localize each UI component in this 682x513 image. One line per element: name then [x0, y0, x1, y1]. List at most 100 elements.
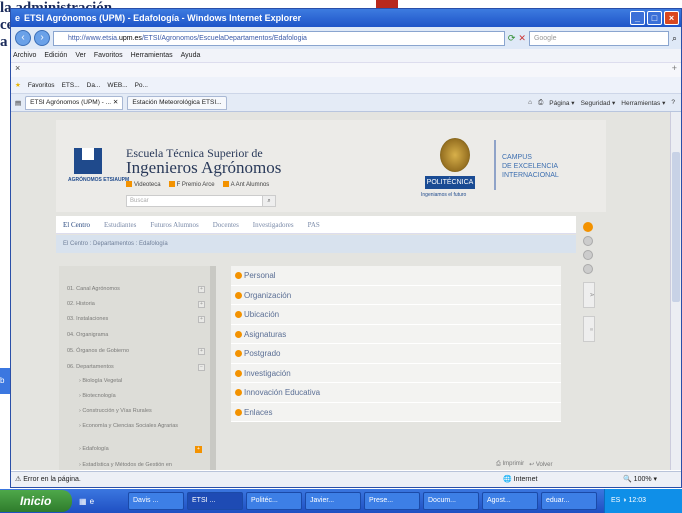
- nav-futuros-alumnos[interactable]: Futuros Alumnos: [150, 221, 198, 229]
- print-tool[interactable]: ≡: [583, 316, 595, 342]
- collapse-icon[interactable]: −: [198, 364, 205, 371]
- etsi-logo[interactable]: [74, 148, 102, 174]
- back-link[interactable]: ↩ Volver: [529, 461, 552, 468]
- taskbar-item[interactable]: Politéc...: [246, 492, 302, 510]
- menu-archivo[interactable]: Archivo: [13, 52, 36, 59]
- link-enlaces[interactable]: Enlaces: [231, 402, 561, 422]
- clock[interactable]: 12:03: [628, 497, 646, 504]
- refresh-icon[interactable]: ⟳: [508, 33, 516, 44]
- minimize-button[interactable]: _: [630, 11, 645, 25]
- vertical-scrollbar[interactable]: [670, 112, 681, 470]
- sidebar-subitem[interactable]: › Estadística y Métodos de Gestión en: [79, 462, 204, 468]
- language-indicator[interactable]: ES: [611, 497, 620, 504]
- down-icon[interactable]: [583, 264, 593, 274]
- campus-excelencia-logo[interactable]: CAMPUS DE EXCELENCIA INTERNACIONAL: [502, 153, 559, 180]
- stop-icon[interactable]: ✕: [518, 33, 526, 44]
- expand-icon[interactable]: +: [198, 286, 205, 293]
- favorite-link[interactable]: ETS...: [62, 82, 80, 89]
- maximize-button[interactable]: □: [647, 11, 662, 25]
- site-search-input[interactable]: Buscar ⌕: [126, 195, 276, 207]
- nav-estudiantes[interactable]: Estudiantes: [104, 221, 136, 229]
- tab-label: ETSI Agrónomos (UPM) - ...: [30, 98, 112, 106]
- upm-seal-logo[interactable]: [440, 138, 470, 172]
- link-postgrado[interactable]: Postgrado: [231, 344, 561, 364]
- link-antiguos-alumnos[interactable]: A Ant Alumnos: [223, 181, 270, 188]
- sidebar-item[interactable]: 04. Organigrama: [67, 332, 207, 338]
- menu-pagina[interactable]: Página ▾: [549, 99, 574, 107]
- forward-button[interactable]: ›: [34, 30, 50, 46]
- print-icon[interactable]: ⎙: [538, 99, 543, 107]
- print-link[interactable]: ⎙ Imprimir: [496, 461, 524, 468]
- menu-favoritos[interactable]: Favoritos: [94, 52, 123, 59]
- scrollbar-thumb[interactable]: [672, 152, 680, 302]
- sidebar-subitem[interactable]: › Economía y Ciencias Sociales Agrarias: [79, 423, 204, 429]
- plus-icon[interactable]: [583, 222, 593, 232]
- favorite-link[interactable]: Po...: [135, 82, 148, 89]
- close-toolbar-icon[interactable]: ×: [15, 63, 20, 73]
- sidebar-item[interactable]: 05. Órganos de Gobierno +: [67, 348, 207, 355]
- sidebar-item[interactable]: 02. Historia +: [67, 301, 207, 308]
- nav-investigadores[interactable]: Investigadores: [253, 221, 294, 229]
- link-organizacion[interactable]: Organización: [231, 285, 561, 305]
- expand-icon[interactable]: +: [195, 446, 202, 453]
- start-button[interactable]: Inicio: [0, 490, 72, 512]
- taskbar-item-active[interactable]: ETSI ...: [187, 492, 243, 510]
- sidebar-subitem[interactable]: › Biotecnología: [79, 393, 204, 399]
- link-asignaturas[interactable]: Asignaturas: [231, 324, 561, 344]
- link-innovacion-educativa[interactable]: Innovación Educativa: [231, 383, 561, 403]
- search-icon[interactable]: ⌕: [672, 33, 677, 44]
- link-personal[interactable]: Personal: [231, 266, 561, 286]
- search-input[interactable]: Google: [528, 30, 669, 46]
- favorite-link[interactable]: Da...: [87, 82, 101, 89]
- menu-herramientas-cmd[interactable]: Herramientas ▾: [621, 99, 665, 107]
- taskbar-item[interactable]: Prese...: [364, 492, 420, 510]
- menu-seguridad[interactable]: Seguridad ▾: [581, 99, 616, 107]
- link-premio-arce[interactable]: F Premio Arce: [169, 181, 215, 188]
- nav-docentes[interactable]: Docentes: [213, 221, 239, 229]
- taskbar-item[interactable]: eduar...: [541, 492, 597, 510]
- favorites-button[interactable]: Favoritos: [28, 82, 55, 89]
- taskbar-item[interactable]: Docum...: [423, 492, 479, 510]
- menu-ver[interactable]: Ver: [75, 52, 86, 59]
- expand-icon[interactable]: +: [198, 316, 205, 323]
- info-icon[interactable]: [583, 250, 593, 260]
- expand-icon[interactable]: +: [198, 348, 205, 355]
- sidebar-subitem[interactable]: › Construcción y Vías Rurales: [79, 408, 204, 414]
- search-icon[interactable]: ⌕: [262, 195, 276, 207]
- ie-icon[interactable]: e: [90, 497, 94, 506]
- home-icon[interactable]: ⌂: [528, 99, 532, 107]
- taskbar-item[interactable]: Davis ...: [128, 492, 184, 510]
- font-size-tool[interactable]: A: [583, 282, 595, 308]
- help-icon[interactable]: ?: [671, 99, 675, 107]
- menu-edicion[interactable]: Edición: [44, 52, 67, 59]
- status-error[interactable]: ⚠ Error en la página.: [15, 472, 503, 487]
- zoom-control[interactable]: 🔍 100% ▾: [623, 472, 681, 487]
- menu-herramientas[interactable]: Herramientas: [131, 52, 173, 59]
- address-input[interactable]: http://www.etsia.upm.es/ETSI/Agronomos/E…: [53, 30, 505, 46]
- sidebar-item[interactable]: 01. Canal Agrónomos +: [67, 286, 207, 293]
- tab-meteo[interactable]: Estación Meteorológica ETSI...: [127, 95, 227, 110]
- nav-el-centro[interactable]: El Centro: [63, 221, 90, 229]
- sidebar-item[interactable]: 03. Instalaciones +: [67, 316, 207, 323]
- sidebar-subitem[interactable]: › Biología Vegetal: [79, 378, 204, 384]
- sidebar-label: 03. Instalaciones: [67, 316, 109, 322]
- favorite-link[interactable]: WEB...: [107, 82, 127, 89]
- desktop-icon[interactable]: ▦: [79, 497, 87, 506]
- add-icon[interactable]: +: [672, 63, 677, 73]
- sidebar-item[interactable]: 06. Departamentos −: [67, 364, 207, 371]
- gear-icon[interactable]: [583, 236, 593, 246]
- taskbar-item[interactable]: Agost...: [482, 492, 538, 510]
- tab-etsi[interactable]: ETSI Agrónomos (UPM) - ... ✕: [25, 95, 124, 110]
- menu-ayuda[interactable]: Ayuda: [181, 52, 201, 59]
- back-button[interactable]: ‹: [15, 30, 31, 46]
- close-button[interactable]: ×: [664, 11, 679, 25]
- link-investigacion[interactable]: Investigación: [231, 363, 561, 383]
- taskbar-item[interactable]: Javier...: [305, 492, 361, 510]
- expand-icon[interactable]: +: [198, 301, 205, 308]
- tab-list-icon[interactable]: ▤: [15, 99, 21, 107]
- sidebar-subitem-selected[interactable]: › Edafología +: [79, 446, 204, 453]
- favorites-star-icon[interactable]: ★: [15, 81, 21, 89]
- link-ubicacion[interactable]: Ubicación: [231, 305, 561, 325]
- link-videoteca[interactable]: Videoteca: [126, 181, 161, 188]
- nav-pas[interactable]: PAS: [308, 221, 320, 229]
